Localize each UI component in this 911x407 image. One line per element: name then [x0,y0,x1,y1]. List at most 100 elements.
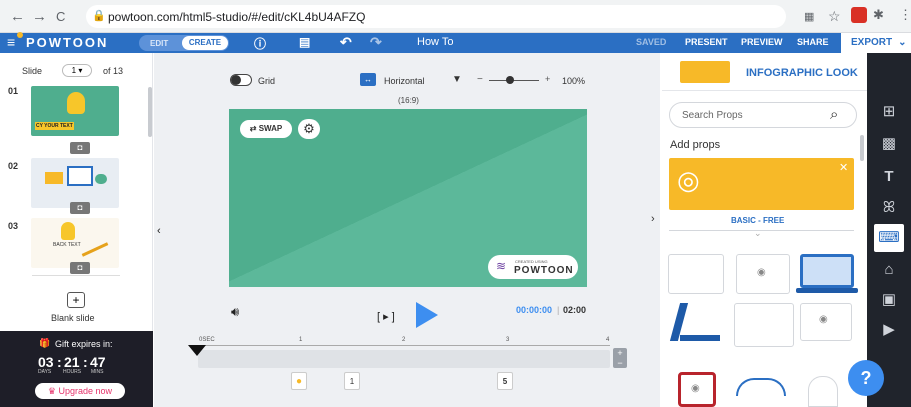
prop-screen-button[interactable]: ◉ [736,254,790,294]
help-button[interactable]: ? [848,360,884,396]
watermark-text: POWTOON [514,265,574,276]
search-icon[interactable]: ⌕ [830,106,838,123]
timeline-marker-lightbulb-icon[interactable]: ● [291,372,307,390]
images-icon[interactable]: ▣ [874,286,904,314]
characters-icon[interactable]: ꕤ [874,194,904,222]
star-icon[interactable]: ☆ [828,8,841,25]
text-icon[interactable]: T [874,163,904,191]
globe-icon: ◎ [677,165,700,195]
orientation-label: Horizontal [384,76,425,86]
prop-tv-screen[interactable] [734,303,794,347]
play-icon[interactable] [416,302,438,328]
timeline-zoom-control[interactable]: + − [613,348,627,368]
timeline-marker[interactable]: 1 [344,372,360,390]
chevron-down-icon: ⌄ [898,37,907,48]
aspect-ratio: (16:9) [398,96,419,105]
prop-retro-tv[interactable]: ◉ [678,372,716,407]
grid-toggle[interactable] [230,74,252,86]
prop-laptop[interactable] [800,254,854,288]
layout-icon[interactable]: ⊞ [874,98,904,126]
close-icon[interactable]: ✕ [839,161,848,174]
gift-days: 03 [38,354,54,370]
upgrade-label: Upgrade now [58,386,113,396]
translate-icon[interactable]: ▦ [804,10,814,23]
zoom-level: 100% [562,76,586,86]
expand-right-icon[interactable]: › [651,213,655,225]
preview-button[interactable]: PREVIEW [741,37,783,47]
export-button[interactable]: EXPORT ⌄ [841,33,911,53]
props-icon[interactable]: ⌨ [874,224,904,252]
prop-mouse-white[interactable] [808,376,838,407]
timeline-track[interactable] [198,350,610,368]
extension-icon[interactable] [851,7,867,23]
laptop-icon [67,166,93,186]
zoom-out-icon[interactable]: − [477,74,483,85]
slide-thumbnail-1[interactable]: CY YOUR TEXT [31,86,119,136]
lock-icon: 🔒 [92,10,106,22]
notes-icon[interactable]: ▤ [299,35,310,49]
redo-icon[interactable]: ↷ [370,34,382,51]
prop-mouse[interactable] [736,378,786,396]
video-icon[interactable]: ▶ [874,316,904,344]
play-scene-icon[interactable]: [ ▸ ] [377,310,395,323]
settings-gear-icon[interactable]: ⚙ [298,119,320,139]
add-props-banner[interactable]: ◎ ✕ [669,158,854,210]
crown-icon: ♛ [47,386,56,396]
blank-slide-button[interactable]: Blank slide [51,313,95,323]
playhead-icon[interactable] [188,345,206,356]
create-mode-pill[interactable]: CREATE [182,36,228,50]
timeline-marker[interactable]: 5 [497,372,513,390]
blank-slide-icon[interactable]: + [67,292,85,308]
zoom-slider[interactable] [489,80,539,81]
timeline-tick: 4 [606,337,610,343]
upgrade-button[interactable]: ♛ Upgrade now [35,383,125,399]
menu-icon[interactable]: ≡ [7,34,15,50]
zoom-in-icon[interactable]: + [545,74,550,84]
add-scene-icon[interactable]: ◘ [70,202,90,214]
puzzle-icon[interactable]: ✱ [873,7,884,23]
prop-tablet[interactable]: ◉ [800,303,852,341]
forward-icon[interactable]: → [32,8,47,25]
reload-icon[interactable]: C [56,9,65,24]
slides-scrollbar[interactable] [148,87,152,137]
prop-chair-seat [680,335,720,341]
background-pattern-icon[interactable]: ▩ [874,130,904,158]
orientation-dropdown-icon[interactable]: ▼ [452,74,462,85]
props-scrollbar[interactable] [860,135,864,161]
volume-icon[interactable]: 🔊︎ [231,304,239,320]
slide-thumbnail-2[interactable] [31,158,119,208]
zoom-handle[interactable] [506,76,514,84]
lightbulb-icon [67,92,85,114]
kebab-menu-icon[interactable]: ⋮ [899,7,911,23]
edit-mode-label[interactable]: EDIT [150,39,168,48]
mins-label: MINS [91,369,104,375]
present-button[interactable]: PRESENT [685,37,728,47]
slide-label: Slide [22,66,43,76]
slide-number: 03 [8,221,19,231]
thumb-text: BACK TEXT [53,242,81,248]
category-label[interactable]: BASIC - FREE [731,216,784,225]
slide-selector[interactable]: 1 ▾ [62,64,92,77]
lightbulb-icon [61,222,75,240]
timeline-tick: 2 [402,337,406,343]
help-icon[interactable]: ⓘ [254,35,266,52]
undo-icon[interactable]: ↶ [340,34,352,51]
collapse-left-icon[interactable]: ‹ [157,225,167,245]
style-selector[interactable]: INFOGRAPHIC LOOK ▼ [662,53,895,91]
gift-title: Gift expires in: [55,339,113,349]
slide-thumbnail-3[interactable]: BACK TEXT [31,218,119,268]
how-to-link[interactable]: How To [417,36,453,48]
shapes-icon[interactable]: ⌂ [874,256,904,284]
divider [32,275,120,276]
slide-number: 01 [8,86,19,96]
powtoon-logo: POWTOON [26,35,109,50]
add-scene-icon[interactable]: ◘ [70,262,90,274]
prop-monitor[interactable] [668,254,724,294]
add-scene-icon[interactable]: ◘ [70,142,90,154]
swap-button[interactable]: ⇄ SWAP [240,120,292,138]
search-props-input[interactable]: Search Props ⌕ [669,102,857,128]
back-icon[interactable]: ← [10,8,25,25]
orientation-icon[interactable]: ↔ [360,73,376,86]
url-text: powtoon.com/html5-studio/#/edit/cKL4bU4A… [108,10,366,24]
share-button[interactable]: SHARE [797,37,829,47]
